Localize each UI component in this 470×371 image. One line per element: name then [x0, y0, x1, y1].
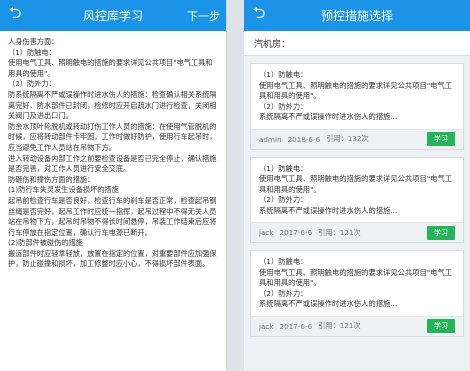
content-line: 起吊前检查行车是否良好，检查行车的刹车是否正常，检查起吊钢丝绳是否完好，起吊工作… [8, 195, 217, 237]
location-field[interactable]: 汽机房： [244, 31, 470, 56]
content-line: 使用电气工具、照明触电的措施的要求详见公共项目"电气工具和用具的使用"。 [8, 58, 213, 78]
next-step-button[interactable]: 下一步 [187, 8, 220, 24]
measure-card[interactable]: （1）防触电： 使用电气工具、照明触电的措施的要求详见公共项目"电气工具和用具的… [250, 156, 464, 243]
card-line: 系统隔离不严或误操作时进水伤人的措施... [259, 112, 398, 121]
card-line: 系统隔离不严或误操作时进水伤人的措施... [259, 299, 398, 308]
card-cite-count: 引用：121次 [318, 321, 361, 330]
card-date: 2018-6-6 [287, 134, 321, 144]
content-line: 进入转动设备内部工作之前要检查设备是否已完全停止，确认措施是否完善，对工作人员进… [8, 153, 217, 174]
content-line: (1)防行车失灵发生设备损坏的措施 [8, 185, 119, 195]
card-user: jack [259, 228, 274, 237]
learn-button[interactable]: 学习 [427, 132, 455, 146]
content-line: （1）防触电： [8, 47, 56, 57]
card-body: （1）防触电： 使用电气工具、照明触电的措施的要求详见公共项目"电气工具和用具的… [251, 158, 463, 223]
back-arrow-icon[interactable]: ⮌ [0, 0, 30, 31]
card-meta: jack 2017-6-6 引用：121次 学习 [251, 222, 463, 242]
card-body: （1）防触电： 使用电气工具、照明触电的措施的要求详见公共项目"电气工具和用具的… [251, 251, 463, 316]
card-line: （2）防外力： [259, 195, 308, 204]
content-line: 搬运部件时应轻拿轻放，放置在指定的位置，对重要部件应加强保护，防止碰撞和损坏，加… [8, 248, 217, 269]
measure-card[interactable]: （1）防触电： 使用电气工具、照明触电的措施的要求详见公共项目"电气工具和用具的… [250, 63, 464, 150]
left-screen: ⮌ 风控库学习 下一步 人身伤害方面： （1）防触电： 使用电气工具、照明触电的… [0, 0, 227, 371]
card-line: （2）防外力： [259, 288, 308, 298]
study-content: 人身伤害方面： （1）防触电： 使用电气工具、照明触电的措施的要求详见公共项目"… [0, 31, 226, 276]
right-topbar: ⮌ 预控措施选择 [244, 0, 470, 31]
card-body: （1）防触电： 使用电气工具、照明触电的措施的要求详见公共项目"电气工具和用具的… [251, 64, 463, 129]
card-cite-count: 引用：132次 [326, 134, 369, 143]
card-line: （1）防触电： [259, 257, 308, 266]
right-screen: ⮌ 预控措施选择 汽机房： （1）防触电： 使用电气工具、照明触电的措施的要求详… [244, 0, 470, 371]
card-line: （1）防触电： [259, 163, 308, 173]
page-title: 预控措施选择 [320, 9, 393, 23]
card-line: 使用电气工具、照明触电的措施的要求详见公共项目"电气工具和用具的使用"。 [259, 174, 453, 194]
content-line: 人身伤害方面： [8, 37, 59, 46]
card-line: 使用电气工具、照明触电的措施的要求详见公共项目"电气工具和用具的使用"。 [259, 80, 453, 101]
card-line: （1）防触电： [259, 70, 308, 79]
measure-card[interactable]: （1）防触电： 使用电气工具、照明触电的措施的要求详见公共项目"电气工具和用具的… [250, 250, 464, 337]
content-line: 防系统隔离不严或误操作时进水伤人的措施：检查确认相关系统隔离完好、防水部件已封闭… [8, 89, 217, 121]
card-date: 2017-6-6 [279, 321, 313, 331]
learn-button[interactable]: 学习 [427, 225, 455, 240]
content-line: 防砸伤和撞伤方面的措施： [8, 174, 95, 184]
card-line: 使用电气工具、照明触电的措施的要求详见公共项目"电气工具和用具的使用"。 [259, 267, 453, 288]
card-cite-count: 引用：121次 [318, 227, 361, 237]
card-meta: jack 2017-6-6 引用：121次 学习 [251, 315, 463, 336]
learn-button[interactable]: 学习 [427, 319, 455, 333]
content-line: 防余水顶叶轮脱机或转动打伤工作人员的措施：在使用气管脱机的时候，应将转动部件卡牢… [8, 121, 217, 152]
card-date: 2017-6-6 [279, 228, 313, 237]
card-user: jack [259, 321, 274, 331]
card-meta: admin 2018-6-6 引用：132次 学习 [251, 128, 463, 149]
left-topbar: ⮌ 风控库学习 下一步 [0, 0, 226, 31]
card-line: 系统隔离不严或误操作时进水伤人的措施... [259, 205, 398, 215]
card-user: admin [259, 134, 282, 144]
content-line: （2）防外力： [8, 79, 56, 89]
back-arrow-icon[interactable]: ⮌ [244, 0, 274, 31]
card-line: （2）防外力： [259, 101, 308, 111]
content-line: (2)防部件被碰伤的措施 [8, 238, 83, 248]
